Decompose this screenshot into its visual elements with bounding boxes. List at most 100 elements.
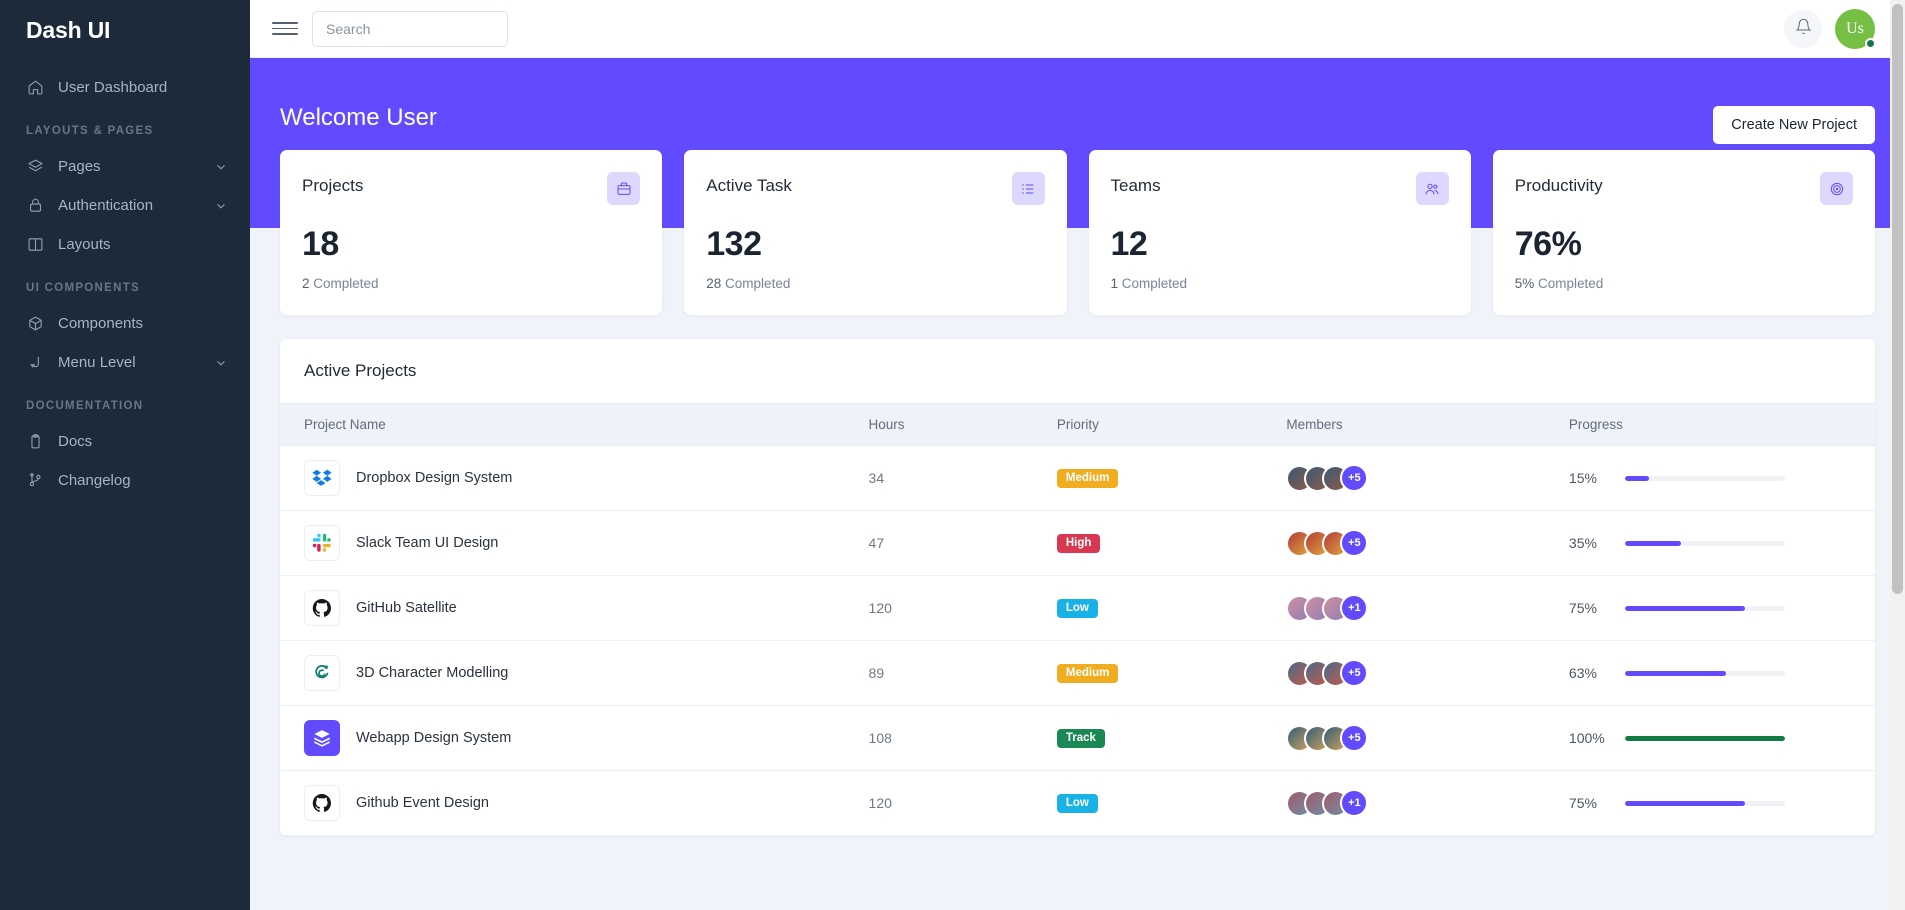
stat-card-sub-count: 28 [706, 276, 722, 291]
column-header-project-name: Project Name [280, 403, 869, 446]
status-badge: Medium [1056, 663, 1119, 683]
stat-card-sub-label: Completed [313, 276, 379, 291]
projects-table: Project Name Hours Priority Members Progress… [280, 403, 1875, 836]
github-icon [304, 785, 340, 821]
progress-wrap: 15% [1569, 470, 1865, 486]
avatar[interactable]: Us [1835, 8, 1876, 49]
stat-card-title: Active Task [706, 176, 792, 195]
table-row[interactable]: Dropbox Design System 34 Medium +5 15% [280, 445, 1875, 511]
project-name-label: Dropbox Design System [356, 470, 513, 486]
progress-bar [1624, 540, 1785, 546]
member-overflow-badge[interactable]: +5 [1340, 529, 1369, 557]
stat-card-projects[interactable]: Projects 18 2 Completed [280, 150, 663, 315]
cell-priority: Medium [1056, 640, 1287, 706]
search-input[interactable] [312, 10, 508, 47]
table-row[interactable]: Slack Team UI Design 47 High +5 35% [280, 510, 1875, 576]
project-name-label: 3D Character Modelling [356, 665, 509, 681]
arrow-down-left-icon [26, 353, 45, 372]
member-overflow-badge[interactable]: +1 [1340, 594, 1369, 622]
cell-progress: 100% [1568, 705, 1875, 771]
stat-card-subtext: 5% Completed [1515, 276, 1853, 291]
sidebar-item-menu-level[interactable]: Menu Level [0, 343, 250, 382]
table-row[interactable]: 3D Character Modelling 89 Medium +5 63% [280, 640, 1875, 706]
sidebar-item-label: Menu Level [58, 354, 136, 371]
progress-bar [1624, 475, 1785, 481]
progress-wrap: 35% [1569, 535, 1865, 551]
stat-card-sub-count: 1 [1110, 276, 1119, 291]
cell-project-name: GitHub Satellite [280, 575, 869, 641]
project-name-label: GitHub Satellite [356, 600, 457, 616]
status-badge: Low [1056, 598, 1098, 618]
progress-wrap: 75% [1569, 600, 1865, 616]
topbar-actions: Us [1784, 8, 1876, 49]
progress-label: 63% [1568, 665, 1597, 681]
member-overflow-badge[interactable]: +1 [1340, 789, 1369, 817]
column-header-progress: Progress [1568, 403, 1875, 446]
status-badge: High [1056, 533, 1101, 553]
table-header: Project Name Hours Priority Members Progress [280, 403, 1875, 446]
project-name-wrap: Github Event Design [304, 785, 859, 821]
sidebar-item-changelog[interactable]: Changelog [0, 461, 250, 500]
sidebar-item-components[interactable]: Components [0, 304, 250, 343]
member-overflow-badge[interactable]: +5 [1340, 724, 1369, 752]
stat-card-title: Teams [1110, 176, 1161, 195]
progress-bar-fill [1624, 670, 1726, 676]
stat-card-value: 18 [302, 225, 339, 263]
sidebar-section-label: UI Components [26, 282, 141, 294]
columns-icon [26, 235, 45, 254]
table-row[interactable]: GitHub Satellite 120 Low +1 75% [280, 575, 1875, 641]
sidebar-item-authentication[interactable]: Authentication [0, 186, 250, 225]
member-avatar-group: +1 [1286, 594, 1559, 622]
progress-bar [1624, 800, 1785, 806]
cell-progress: 75% [1568, 770, 1875, 836]
member-overflow-badge[interactable]: +5 [1340, 464, 1369, 492]
stat-card-subtext: 2 Completed [302, 276, 640, 291]
sidebar-item-pages[interactable]: Pages [0, 147, 250, 186]
brand-logo[interactable]: Dash UI [0, 0, 250, 60]
hamburger-icon[interactable] [272, 16, 298, 42]
cell-project-name: Dropbox Design System [280, 445, 869, 511]
progress-label: 75% [1568, 600, 1597, 616]
cell-progress: 63% [1568, 640, 1875, 706]
progress-bar-fill [1624, 540, 1681, 546]
stat-card-title: Productivity [1514, 176, 1603, 195]
topbar: Us [250, 0, 1905, 58]
stat-card-active-task[interactable]: Active Task 132 28 Completed [684, 150, 1067, 315]
cell-progress: 35% [1568, 510, 1875, 576]
project-name-label: Github Event Design [356, 795, 489, 811]
table-row[interactable]: Webapp Design System 108 Track +5 100% [280, 705, 1875, 771]
sidebar-item-docs[interactable]: Docs [0, 422, 250, 461]
create-new-project-button[interactable]: Create New Project [1713, 106, 1875, 144]
target-icon [1820, 172, 1853, 205]
cell-hours: 120 [868, 770, 1057, 836]
cell-members: +1 [1286, 770, 1569, 836]
active-projects-card: Active Projects Project Name Hours Priorit… [280, 339, 1875, 836]
list-icon [1011, 172, 1045, 205]
stat-card-productivity[interactable]: Productivity 76% 5% Completed [1492, 150, 1875, 315]
page-scrollbar[interactable] [1890, 0, 1905, 910]
box-icon [26, 314, 45, 333]
stat-card-sub-label: Completed [1538, 276, 1604, 291]
member-overflow-badge[interactable]: +5 [1340, 659, 1369, 687]
stat-card-header: Productivity [1515, 172, 1853, 205]
column-header-members: Members [1286, 403, 1569, 446]
sidebar: Dash UI User Dashboard Layouts & Pages Pag… [0, 0, 250, 910]
cell-hours: 89 [868, 640, 1057, 706]
member-avatar-group: +5 [1286, 529, 1559, 557]
cell-hours: 47 [868, 510, 1057, 576]
stat-card-subtext: 28 Completed [706, 276, 1044, 291]
status-badge: Medium [1056, 468, 1119, 488]
git-branch-icon [26, 471, 45, 490]
stat-card-teams[interactable]: Teams 12 1 Completed [1088, 150, 1471, 315]
table-row[interactable]: Github Event Design 120 Low +1 75% [280, 770, 1875, 836]
cell-members: +5 [1286, 510, 1569, 576]
project-name-wrap: Dropbox Design System [304, 460, 859, 496]
stat-card-header: Teams [1111, 172, 1449, 205]
clipboard-icon [26, 432, 45, 451]
sidebar-item-user-dashboard[interactable]: User Dashboard [0, 68, 250, 107]
active-projects-title: Active Projects [304, 361, 417, 380]
notifications-button[interactable] [1784, 9, 1822, 48]
sidebar-item-label: Authentication [58, 197, 154, 214]
sidebar-item-layouts[interactable]: Layouts [0, 225, 250, 264]
project-name-label: Slack Team UI Design [356, 535, 499, 551]
